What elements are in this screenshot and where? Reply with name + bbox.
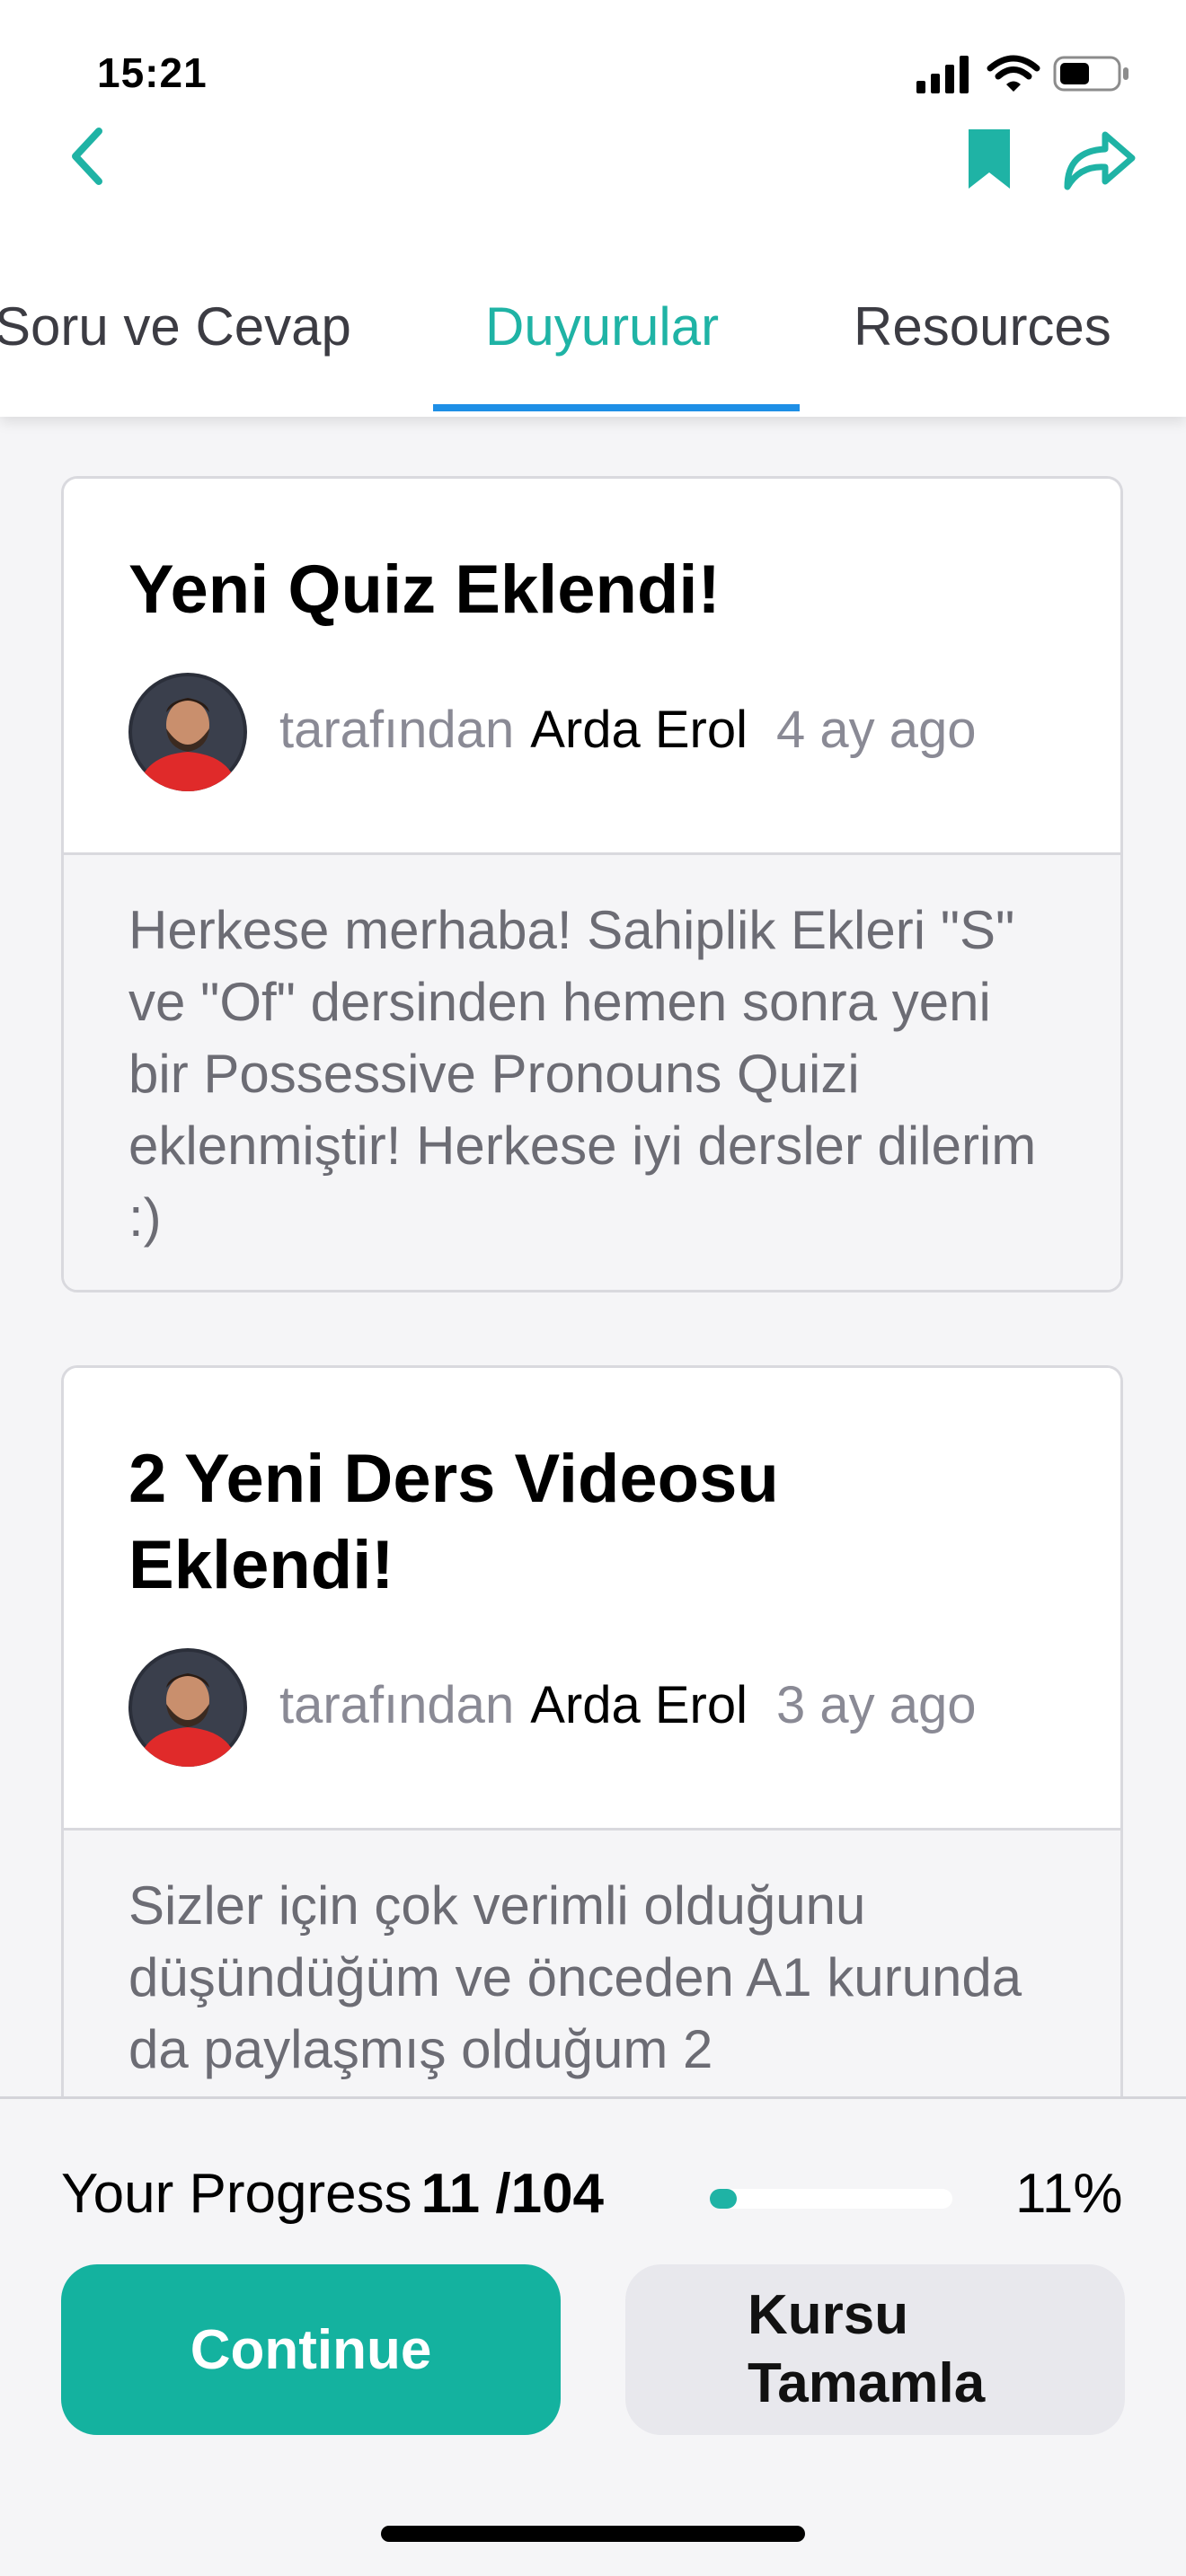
announcement-title: Yeni Quiz Eklendi! [128, 551, 721, 628]
share-icon [1064, 131, 1136, 190]
post-age: 3 ay ago [775, 1676, 977, 1734]
announcement-header: 2 Yeni Ders Videosu Eklendi! tarafından A… [64, 1368, 1120, 1828]
tab-duyurular[interactable]: Duyurular [485, 287, 719, 417]
tab-soru-ve-cevap[interactable]: Soru ve Cevap [0, 287, 351, 417]
announcement-header: Yeni Quiz Eklendi! tarafından Arda Erol 4 … [64, 479, 1120, 852]
bottom-progress-bar: Your Progress 11 /104 11% Continue Kursu … [0, 2096, 1186, 2576]
home-indicator [381, 2526, 805, 2542]
bookmark-button[interactable] [961, 126, 1017, 194]
author-name: Arda Erol [530, 701, 748, 759]
tab-bar: Soru ve Cevap Duyurular Resources [0, 287, 1186, 417]
progress-label: Your Progress [61, 2163, 412, 2225]
wifi-icon [987, 55, 1040, 92]
announcement-meta: tarafından Arda Erol 3 ay ago [128, 1648, 1056, 1828]
tab-resources[interactable]: Resources [854, 287, 1111, 417]
announcement-body: Sizler için çok verimli olduğunu düşündü… [64, 1828, 1120, 2098]
progress-fill [710, 2189, 737, 2209]
announcement-title: 2 Yeni Ders Videosu Eklendi! [128, 1441, 779, 1603]
post-age: 4 ay ago [775, 701, 977, 759]
complete-course-button[interactable]: Kursu Tamamla [625, 2264, 1125, 2435]
avatar [128, 673, 247, 791]
progress-count: 11 /104 [420, 2163, 605, 2225]
announcement-card[interactable]: 2 Yeni Ders Videosu Eklendi! tarafından A… [61, 1365, 1123, 2098]
announcement-card[interactable]: Yeni Quiz Eklendi! tarafından Arda Erol 4 … [61, 476, 1123, 1292]
announcement-body: Herkese merhaba! Sahiplik Ekleri "S" ve … [64, 852, 1120, 1290]
posted-by-label: tarafından [279, 701, 515, 759]
active-tab-indicator [433, 404, 800, 411]
back-button[interactable] [63, 122, 117, 190]
progress-percent: 11% [1015, 2163, 1123, 2225]
progress-track [710, 2189, 952, 2209]
posted-by-label: tarafından [279, 1676, 515, 1734]
battery-icon [1053, 56, 1128, 92]
status-icons [916, 54, 1132, 97]
bookmark-icon [969, 129, 1010, 189]
chevron-left-icon [72, 128, 102, 185]
avatar [128, 1648, 247, 1767]
announcement-meta: tarafından Arda Erol 4 ay ago [128, 673, 1056, 852]
top-header: 15:21 Soru ve Cevap Duyurular Resources [0, 0, 1186, 417]
continue-button[interactable]: Continue [61, 2264, 561, 2435]
share-button[interactable] [1060, 122, 1139, 194]
author-name: Arda Erol [530, 1676, 748, 1734]
announcements-list[interactable]: Yeni Quiz Eklendi! tarafından Arda Erol 4 … [0, 417, 1186, 2098]
status-time: 15:21 [97, 49, 208, 96]
signal-icon [916, 56, 969, 93]
